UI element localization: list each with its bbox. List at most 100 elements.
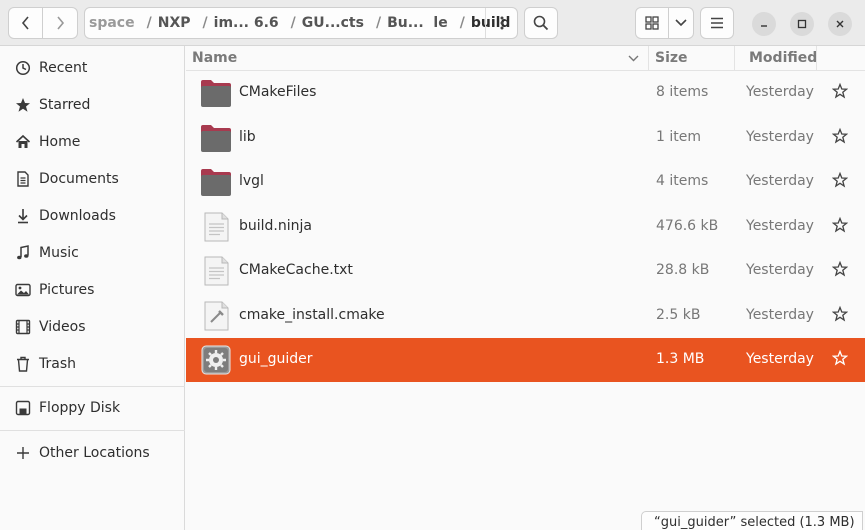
- document-icon: [14, 170, 32, 188]
- column-divider: [734, 46, 735, 71]
- sidebar-item-label: Music: [39, 245, 79, 261]
- maximize-button[interactable]: [790, 12, 814, 36]
- search-button[interactable]: [524, 7, 558, 39]
- maximize-icon: [797, 19, 807, 29]
- floppy-icon: [14, 399, 32, 417]
- minimize-button[interactable]: [752, 12, 776, 36]
- clock-icon: [14, 59, 32, 77]
- column-header-modified[interactable]: Modified: [749, 50, 817, 66]
- file-modified: Yesterday: [746, 351, 814, 367]
- sidebar-item-label: Videos: [39, 319, 86, 335]
- sidebar-item-label: Home: [39, 134, 81, 150]
- table-row[interactable]: lib 1 item Yesterday: [186, 116, 865, 160]
- chevron-right-icon: [57, 16, 65, 30]
- sidebar-item-other-locations[interactable]: Other Locations: [0, 435, 185, 471]
- video-icon: [14, 318, 32, 336]
- text-file-icon: [204, 256, 229, 286]
- table-row[interactable]: lvgl 4 items Yesterday: [186, 160, 865, 204]
- chevron-left-icon: [21, 16, 29, 30]
- star-outline-icon[interactable]: [832, 127, 848, 145]
- view-options-dropdown[interactable]: [668, 7, 694, 39]
- back-button[interactable]: [8, 7, 43, 39]
- sidebar-item-downloads[interactable]: Downloads: [0, 198, 185, 234]
- star-outline-icon[interactable]: [832, 171, 848, 189]
- executable-gear-icon: [201, 345, 231, 375]
- star-icon: [14, 96, 32, 114]
- file-name: CMakeCache.txt: [239, 262, 353, 278]
- table-row[interactable]: CMakeFiles 8 items Yesterday: [186, 71, 865, 115]
- sidebar-item-home[interactable]: Home: [0, 124, 185, 160]
- minimize-icon: [761, 25, 767, 27]
- breadcrumb-separator: /: [459, 15, 465, 31]
- breadcrumb-separator: /: [146, 15, 152, 31]
- file-name: cmake_install.cmake: [239, 307, 385, 323]
- file-size: 2.5 kB: [656, 307, 701, 323]
- vertical-dots-icon: [500, 16, 503, 30]
- file-size: 1.3 MB: [656, 351, 705, 367]
- file-name: build.ninja: [239, 218, 312, 234]
- sidebar-item-label: Pictures: [39, 282, 95, 298]
- view-toggle-button[interactable]: [635, 7, 669, 39]
- sidebar-item-documents[interactable]: Documents: [0, 161, 185, 197]
- sidebar-divider: [0, 386, 185, 387]
- script-file-icon: [204, 301, 229, 331]
- main-menu-button[interactable]: [700, 7, 734, 39]
- breadcrumb-separator: /: [290, 15, 296, 31]
- star-outline-icon[interactable]: [832, 260, 848, 278]
- star-outline-icon[interactable]: [832, 82, 848, 100]
- star-outline-icon[interactable]: [832, 349, 848, 367]
- sidebar-item-label: Trash: [39, 356, 76, 372]
- table-row[interactable]: cmake_install.cmake 2.5 kB Yesterday: [186, 294, 865, 338]
- grid-view-icon: [645, 16, 659, 30]
- table-row[interactable]: CMakeCache.txt 28.8 kB Yesterday: [186, 249, 865, 293]
- file-name: lvgl: [239, 173, 264, 189]
- file-size: 8 items: [656, 84, 709, 100]
- column-header-name[interactable]: Name: [192, 50, 237, 66]
- sidebar: Recent Starred Home Documents Downloads: [0, 46, 185, 530]
- column-divider: [816, 46, 817, 71]
- star-outline-icon[interactable]: [832, 305, 848, 323]
- file-size: 1 item: [656, 129, 701, 145]
- path-menu-button[interactable]: [485, 8, 517, 38]
- column-headers: Name Size Modified: [186, 46, 865, 71]
- navigation-buttons: [8, 7, 78, 39]
- star-outline-icon[interactable]: [832, 216, 848, 234]
- file-name: CMakeFiles: [239, 84, 317, 100]
- sidebar-item-label: Recent: [39, 60, 88, 76]
- sidebar-item-trash[interactable]: Trash: [0, 346, 185, 382]
- chevron-down-icon: [675, 19, 687, 27]
- file-modified: Yesterday: [746, 84, 814, 100]
- sidebar-item-starred[interactable]: Starred: [0, 87, 185, 123]
- file-name: lib: [239, 129, 256, 145]
- breadcrumb-item[interactable]: space: [85, 15, 135, 31]
- column-header-size[interactable]: Size: [655, 50, 688, 66]
- folder-icon: [201, 80, 231, 107]
- sidebar-item-music[interactable]: Music: [0, 235, 185, 271]
- breadcrumb-item[interactable]: im... 6.6: [214, 15, 279, 31]
- table-row[interactable]: build.ninja 476.6 kB Yesterday: [186, 205, 865, 249]
- folder-icon: [201, 169, 231, 196]
- table-row-selected[interactable]: gui_guider 1.3 MB Yesterday: [186, 338, 865, 382]
- forward-button[interactable]: [43, 7, 78, 39]
- home-icon: [14, 133, 32, 151]
- breadcrumb-item[interactable]: GU...cts: [302, 15, 364, 31]
- close-button[interactable]: [828, 12, 852, 36]
- file-size: 476.6 kB: [656, 218, 719, 234]
- file-name: gui_guider: [239, 351, 313, 367]
- sort-chevron-down-icon[interactable]: [628, 55, 639, 62]
- hamburger-icon: [711, 17, 723, 29]
- breadcrumb-item[interactable]: Bu... le: [387, 15, 448, 31]
- sidebar-item-pictures[interactable]: Pictures: [0, 272, 185, 308]
- sidebar-item-recent[interactable]: Recent: [0, 50, 185, 86]
- file-list: Name Size Modified CMakeFiles 8 items Ye…: [186, 46, 865, 530]
- close-icon: [836, 20, 844, 28]
- file-size: 4 items: [656, 173, 709, 189]
- path-bar: space / NXP / im... 6.6 / GU...cts / Bu.…: [84, 7, 518, 39]
- sidebar-item-videos[interactable]: Videos: [0, 309, 185, 345]
- sidebar-item-floppy-disk[interactable]: Floppy Disk: [0, 390, 185, 426]
- picture-icon: [14, 281, 32, 299]
- folder-icon: [201, 125, 231, 152]
- file-size: 28.8 kB: [656, 262, 710, 278]
- sidebar-item-label: Floppy Disk: [39, 400, 121, 416]
- breadcrumb-item[interactable]: NXP: [158, 15, 191, 31]
